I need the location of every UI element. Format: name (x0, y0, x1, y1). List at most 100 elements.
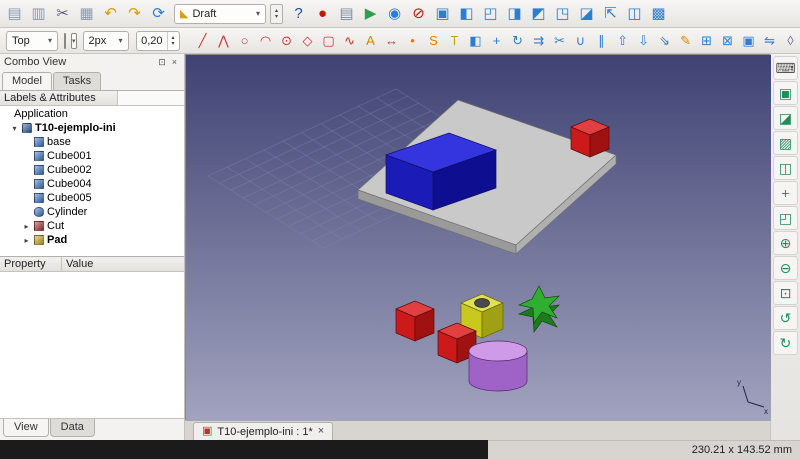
measure-distance-icon[interactable]: ⇱ (599, 3, 622, 25)
cut-icon[interactable]: ✂ (51, 3, 74, 25)
zoom-in-icon[interactable]: ⊕ (773, 231, 798, 255)
draft-bspline-icon[interactable]: ∿ (340, 31, 360, 51)
tree-expander-icon[interactable]: ▾ (10, 124, 19, 133)
draft-scale-icon[interactable]: ⇘ (655, 31, 675, 51)
draw-style-icon[interactable]: ⊘ (407, 3, 430, 25)
property-column-header[interactable]: Property (0, 257, 62, 271)
draft-split-icon[interactable]: ∥ (592, 31, 612, 51)
restore-view-icon[interactable]: ↺ (773, 306, 798, 330)
fit-all-icon[interactable]: ◉ (383, 3, 406, 25)
draft-arc-icon[interactable]: ◠ (256, 31, 276, 51)
view-bottom-icon[interactable]: ◳ (551, 3, 574, 25)
tree-expander-icon[interactable]: ▸ (22, 236, 31, 245)
draft-snap-icon[interactable]: S (424, 31, 444, 51)
red-cube-on-plate[interactable] (571, 119, 609, 157)
spin-down-icon[interactable]: ▾ (168, 41, 179, 47)
clipping-plane-icon[interactable]: ▩ (647, 3, 670, 25)
workbench-selector[interactable]: ◣ Draft ▾ (174, 4, 266, 24)
tree-item[interactable]: Cube002 (0, 163, 184, 177)
tree-item[interactable]: ▸ Cut (0, 219, 184, 233)
macro-record-icon[interactable]: ● (311, 3, 334, 25)
tree-expander-icon[interactable]: ▸ (22, 222, 31, 231)
redo-icon[interactable]: ↷ (123, 3, 146, 25)
document-tab[interactable]: ▣ T10-ejemplo-ini : 1* × (193, 422, 333, 440)
draft-path-array-icon[interactable]: ⊠ (718, 31, 738, 51)
box-zoom-icon[interactable]: ⊡ (773, 281, 798, 305)
draft-rotate-icon[interactable]: ↻ (508, 31, 528, 51)
open-document-icon[interactable]: ▥ (27, 3, 50, 25)
draft-mirror-icon[interactable]: ⇋ (760, 31, 780, 51)
line-color-swatch[interactable] (64, 33, 66, 49)
tree-item[interactable]: Cube001 (0, 149, 184, 163)
stereo-view-icon[interactable]: ◰ (773, 206, 798, 230)
view-front-icon[interactable]: ◧ (455, 3, 478, 25)
macro-play-icon[interactable]: ▶ (359, 3, 382, 25)
combo-view-titlebar[interactable]: Combo View ⊡ × (0, 54, 184, 70)
draft-move-icon[interactable]: + (487, 31, 507, 51)
store-view-icon[interactable]: ↻ (773, 331, 798, 355)
tree-item[interactable]: ▾ T10-ejemplo-ini (0, 121, 184, 135)
draft-array-icon[interactable]: ⊞ (697, 31, 717, 51)
draft-downgrade-icon[interactable]: ⇩ (634, 31, 654, 51)
view-rear-icon[interactable]: ◩ (527, 3, 550, 25)
labels-attributes-header[interactable]: Labels & Attributes (0, 91, 118, 106)
keyboard-shortcut-icon[interactable]: ⌨ (773, 56, 798, 80)
draft-upgrade-icon[interactable]: ⇧ (613, 31, 633, 51)
spin-down-icon[interactable]: ▾ (271, 14, 282, 20)
draft-trimex-icon[interactable]: ✂ (550, 31, 570, 51)
draft-line-icon[interactable]: ╱ (193, 31, 213, 51)
tree-item[interactable]: base (0, 135, 184, 149)
whats-this-icon[interactable]: ? (287, 3, 310, 25)
view-axonometric-icon[interactable]: ◫ (623, 3, 646, 25)
new-document-icon[interactable]: ▤ (3, 3, 26, 25)
zoom-out-icon[interactable]: ⊖ (773, 256, 798, 280)
view-isometric-icon[interactable]: ▣ (431, 3, 454, 25)
paste-icon[interactable]: ▦ (75, 3, 98, 25)
macros-icon[interactable]: ▤ (335, 3, 358, 25)
float-panel-icon[interactable]: ⊡ (155, 57, 169, 68)
tree-item[interactable]: Cylinder (0, 205, 184, 219)
tree-item[interactable]: Cube005 (0, 191, 184, 205)
draft-shapestring-icon[interactable]: T (445, 31, 465, 51)
tab-model[interactable]: Model (2, 72, 52, 90)
draft-join-icon[interactable]: ∪ (571, 31, 591, 51)
refresh-icon[interactable]: ⟳ (147, 3, 170, 25)
draft-circle-icon[interactable]: ○ (235, 31, 255, 51)
undo-icon[interactable]: ↶ (99, 3, 122, 25)
yellow-cube-hole[interactable] (475, 299, 490, 308)
draft-polygon-icon[interactable]: ◇ (298, 31, 318, 51)
tab-view[interactable]: View (3, 419, 49, 437)
view-top-icon[interactable]: ◰ (479, 3, 502, 25)
close-document-icon[interactable]: × (318, 426, 324, 437)
clip-plane-icon[interactable]: ◪ (773, 106, 798, 130)
draft-ellipse-icon[interactable]: ⊙ (277, 31, 297, 51)
axis-cross-icon[interactable]: + (773, 181, 798, 205)
close-panel-icon[interactable]: × (169, 57, 180, 67)
view-left-icon[interactable]: ◪ (575, 3, 598, 25)
select-view-icon[interactable]: ▣ (773, 81, 798, 105)
view-right-icon[interactable]: ◨ (503, 3, 526, 25)
scale-spinner[interactable]: ▴ ▾ (167, 32, 179, 50)
texture-view-icon[interactable]: ▨ (773, 131, 798, 155)
scale-spinbox[interactable]: 0,20 ▴ ▾ (136, 31, 180, 51)
face-color-swatch[interactable]: ▾ (71, 33, 77, 49)
draft-point-icon[interactable]: • (403, 31, 423, 51)
tree-item[interactable]: Application (0, 107, 184, 121)
draft-clone-icon[interactable]: ▣ (739, 31, 759, 51)
line-width-selector[interactable]: 2px ▾ (83, 31, 129, 51)
workbench-spinner[interactable]: ▴ ▾ (270, 4, 283, 24)
cylinder-top-face[interactable] (469, 341, 527, 361)
value-column-header[interactable]: Value (62, 257, 184, 271)
3d-viewport[interactable]: x y (185, 54, 770, 420)
tab-tasks[interactable]: Tasks (53, 72, 101, 90)
draft-rectangle-icon[interactable]: ▢ (319, 31, 339, 51)
tab-data[interactable]: Data (50, 419, 95, 437)
working-plane-selector[interactable]: Top ▾ (6, 31, 58, 51)
draft-facebinder-icon[interactable]: ◧ (466, 31, 486, 51)
tree-item[interactable]: Cube004 (0, 177, 184, 191)
draft-offset-icon[interactable]: ⇉ (529, 31, 549, 51)
draft-dimension-icon[interactable]: ↔ (382, 31, 402, 51)
draft-wire-icon[interactable]: ⋀ (214, 31, 234, 51)
red-cube-a[interactable] (396, 301, 434, 341)
draft-edit-icon[interactable]: ✎ (676, 31, 696, 51)
